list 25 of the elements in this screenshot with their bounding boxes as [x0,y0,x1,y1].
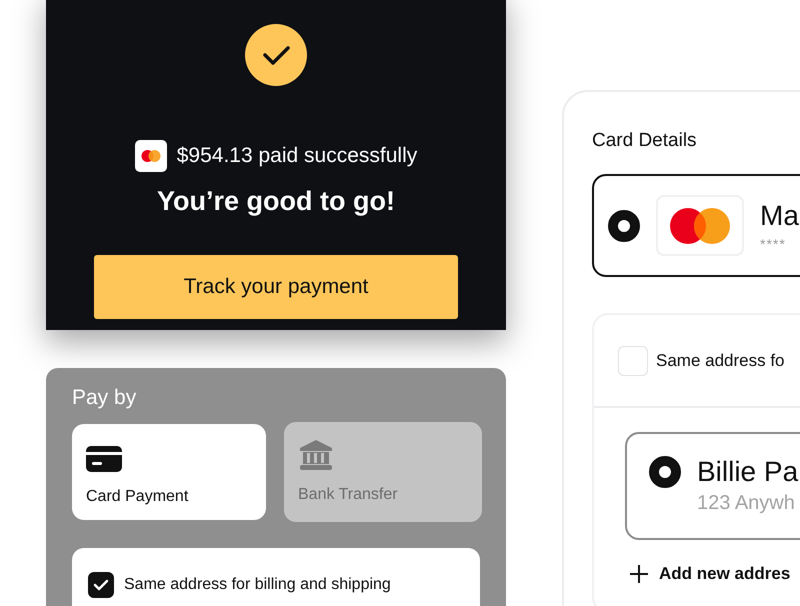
address-option[interactable]: Billie Pa 123 Anywh [625,432,800,540]
address-name: Billie Pa [697,456,798,488]
saved-card-option[interactable]: Ma **** [592,174,800,277]
checkbox-label: Same address for billing and shipping [124,576,391,594]
card-name: Ma [760,200,799,232]
radio-button[interactable] [608,210,640,242]
address-line: 123 Anywh [697,492,796,515]
checkbox-label: Same address fo [656,350,785,370]
masked-card-number: **** [760,236,787,252]
bank-icon [298,440,334,470]
success-title: You’re good to go! [157,186,395,217]
add-address-button[interactable]: Add new addres [625,564,790,584]
check-circle-icon [245,24,307,86]
card-logo-icon [134,140,167,172]
pay-by-title: Pay by [72,386,138,410]
checkmark-icon [93,578,109,592]
overlapping-circles-logo-icon [670,208,730,244]
checkbox[interactable] [618,346,648,376]
card-details-title: Card Details [592,130,698,152]
radio-button[interactable] [649,456,681,488]
payment-option[interactable]: Card Payment [72,424,266,520]
payment-amount-text: $954.13 paid successfully [176,144,418,168]
plus-icon [629,564,649,584]
checkbox[interactable] [88,572,114,598]
track-payment-button[interactable]: Track your payment [94,255,458,319]
